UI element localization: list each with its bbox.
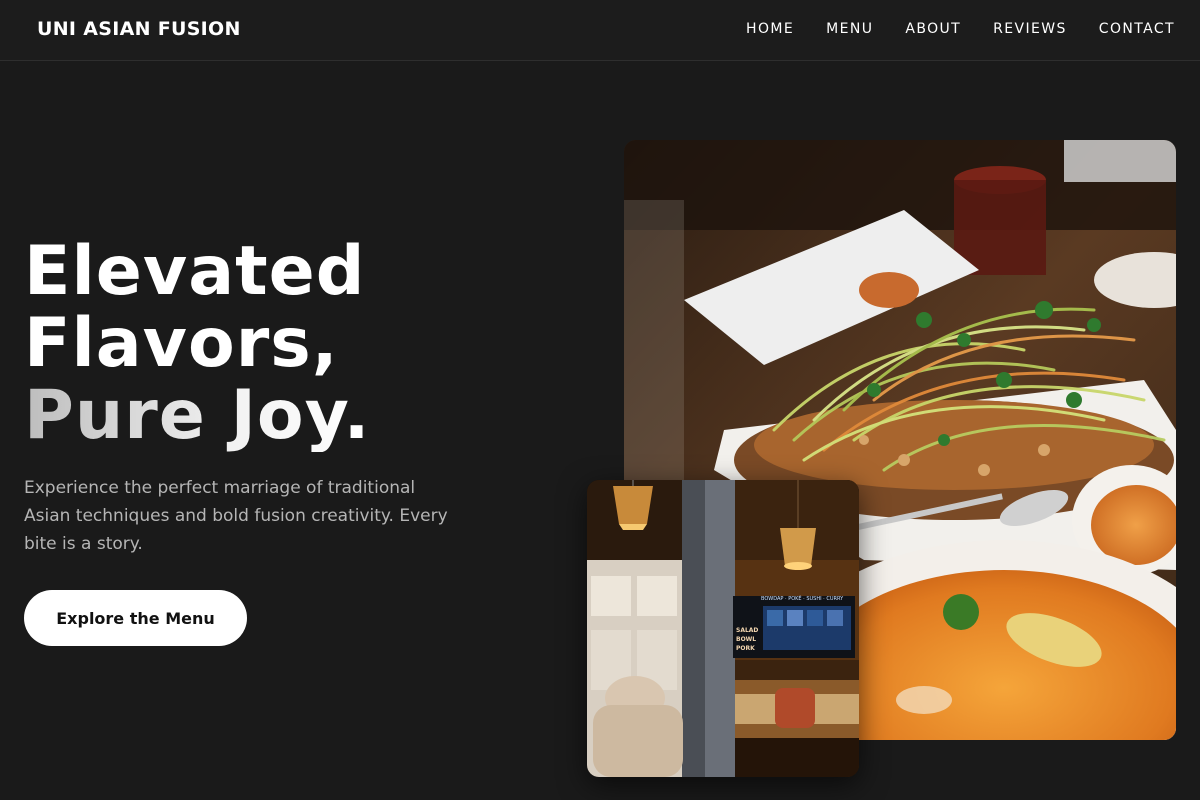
menu-board-item: BOWL [736, 636, 757, 643]
hero-title: Elevated Flavors, Pure Joy. [24, 236, 371, 452]
menu-board: BOWDAP · POKÉ · SUSHI · CURRY SALAD BOWL… [733, 596, 853, 654]
hero-title-line-1: Elevated [24, 232, 366, 311]
interior-photo: BOWDAP · POKÉ · SUSHI · CURRY SALAD BOWL… [587, 480, 859, 777]
hero-title-line-2: Flavors, [24, 304, 339, 383]
hero-subtitle: Experience the perfect marriage of tradi… [24, 478, 448, 554]
menu-board-list: SALAD BOWL PORK [736, 626, 758, 653]
nav-link-contact[interactable]: CONTACT [1099, 21, 1175, 37]
top-navbar: UNI ASIAN FUSION HOME MENU ABOUT REVIEWS… [0, 0, 1200, 61]
nav-links: HOME MENU ABOUT REVIEWS CONTACT [746, 21, 1175, 37]
hero-title-line-3: Pure Joy. [24, 376, 371, 455]
brand-logo-text[interactable]: UNI ASIAN FUSION [37, 18, 241, 40]
menu-board-item: SALAD [736, 627, 759, 634]
menu-board-heading: BOWDAP · POKÉ · SUSHI · CURRY [761, 596, 844, 602]
menu-board-item: PORK [736, 645, 755, 652]
nav-link-about[interactable]: ABOUT [905, 21, 961, 37]
nav-link-home[interactable]: HOME [746, 21, 794, 37]
nav-link-menu[interactable]: MENU [826, 21, 873, 37]
explore-menu-button[interactable]: Explore the Menu [24, 590, 247, 646]
nav-link-reviews[interactable]: REVIEWS [993, 21, 1067, 37]
